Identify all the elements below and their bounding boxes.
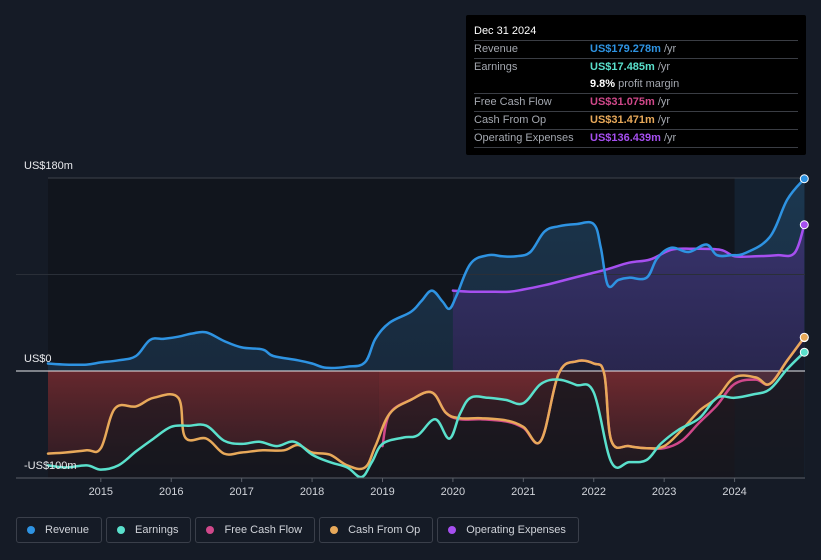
legend-label: Earnings: [135, 524, 179, 536]
earnings-end-dot: [799, 347, 809, 357]
tooltip-row-label: Cash From Op: [474, 114, 547, 126]
x-tick-label: 2018: [300, 486, 324, 498]
legend-item-free-cash-flow[interactable]: Free Cash Flow: [195, 517, 316, 543]
legend-dot-icon: [330, 526, 339, 534]
operating-expenses-end-dot: [799, 220, 809, 230]
legend-item-operating-expenses[interactable]: Operating Expenses: [437, 517, 579, 543]
legend-label: Operating Expenses: [466, 524, 566, 536]
tooltip-row-label: Revenue: [474, 43, 519, 55]
legend-dot-icon: [27, 526, 35, 534]
tooltip-row-value: US$17.485m: [590, 61, 655, 73]
tooltip-row-unit: /yr: [657, 96, 671, 108]
legend: Revenue Earnings Free Cash Flow Cash From O…: [16, 517, 579, 543]
legend-label: Cash From Op: [348, 524, 421, 536]
y-tick-label-0: US$0: [24, 353, 52, 365]
cash-from-op-end-dot: [799, 332, 809, 342]
x-tick-label: 2017: [229, 486, 253, 498]
x-tick-label: 2015: [89, 486, 113, 498]
y-tick-label-neg100m: -US$100m: [24, 460, 77, 472]
tooltip-row: Earnings US$17.485m/yr: [474, 59, 798, 76]
tooltip-row-unit: /yr: [663, 43, 677, 55]
tooltip-row-value: US$136.439m: [590, 132, 661, 144]
tooltip-row-value: 9.8%: [590, 78, 616, 90]
x-tick-label: 2016: [159, 486, 183, 498]
legend-label: Revenue: [45, 524, 90, 536]
legend-item-earnings[interactable]: Earnings: [106, 517, 192, 543]
tooltip-row-label: Operating Expenses: [474, 132, 574, 144]
tooltip-row-unit: /yr: [657, 61, 671, 73]
tooltip-row-label: Earnings: [474, 61, 518, 73]
tooltip-row-value: US$31.471m: [590, 114, 655, 126]
x-tick-label: 2020: [441, 486, 465, 498]
legend-item-cash-from-op[interactable]: Cash From Op: [319, 517, 434, 543]
legend-dot-icon: [117, 526, 126, 534]
tooltip: Dec 31 2024 Revenue US$179.278m/yr Earning…: [466, 15, 806, 155]
legend-dot-icon: [448, 526, 457, 534]
tooltip-row-label: [474, 76, 590, 93]
tooltip-row: Free Cash Flow US$31.075m/yr: [474, 94, 798, 112]
x-tick-label: 2021: [511, 486, 535, 498]
legend-item-revenue[interactable]: Revenue: [16, 517, 103, 543]
tooltip-row-label: Free Cash Flow: [474, 96, 552, 108]
tooltip-row: Operating Expenses US$136.439m/yr: [474, 130, 798, 148]
tooltip-row: Cash From Op US$31.471m/yr: [474, 112, 798, 130]
tooltip-row: Revenue US$179.278m/yr: [474, 41, 798, 59]
revenue-end-dot: [799, 174, 809, 184]
legend-label: Free Cash Flow: [224, 524, 303, 536]
tooltip-row-unit: /yr: [657, 114, 671, 126]
legend-dot-icon: [206, 526, 215, 534]
tooltip-row-unit: profit margin: [618, 78, 680, 90]
x-tick-label: 2022: [582, 486, 606, 498]
x-tick-label: 2023: [652, 486, 676, 498]
tooltip-row-value: US$179.278m: [590, 43, 661, 55]
tooltip-row-value: US$31.075m: [590, 96, 655, 108]
x-tick-label: 2019: [370, 486, 394, 498]
tooltip-date: Dec 31 2024: [474, 23, 798, 41]
x-tick-label: 2024: [722, 486, 746, 498]
tooltip-row-unit: /yr: [663, 132, 677, 144]
y-tick-label-180m: US$180m: [24, 160, 73, 172]
tooltip-row: 9.8% profit margin: [474, 76, 798, 94]
